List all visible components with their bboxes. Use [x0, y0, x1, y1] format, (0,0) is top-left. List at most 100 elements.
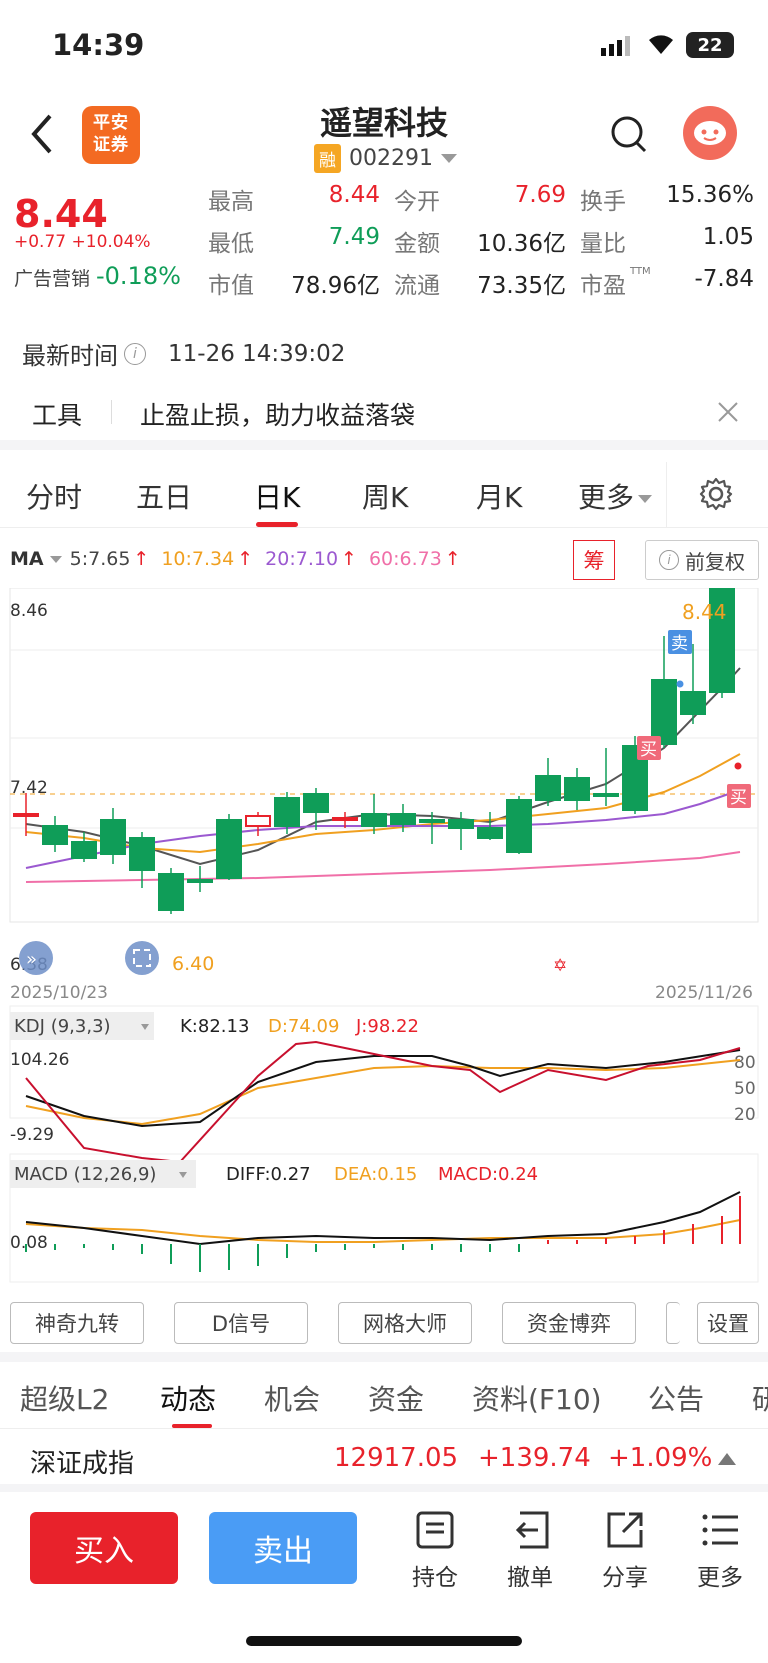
expand-up-icon[interactable]: [718, 1453, 736, 1465]
settings-gear-icon[interactable]: [698, 476, 734, 516]
chip-distribution-button[interactable]: 筹: [573, 540, 615, 580]
stock-code-row[interactable]: 融 002291: [314, 144, 457, 173]
stock-code: 002291: [349, 146, 433, 171]
up-arrow-icon: ↑: [341, 548, 357, 570]
cancel-order-label: 撤单: [507, 1565, 553, 1591]
candle-body: [100, 819, 126, 855]
candle-body: [274, 797, 300, 827]
tab-intraday[interactable]: 分时: [26, 476, 82, 516]
tools-bar[interactable]: 工具 止盈止损，助力收益落袋: [0, 382, 768, 450]
tab-super-l2[interactable]: 超级L2: [20, 1378, 109, 1418]
double-chevron-icon: »: [26, 949, 37, 970]
update-time-value: 11-26 14:39:02: [168, 340, 346, 367]
buy-signal-label: 买: [640, 740, 657, 760]
tab-announcements[interactable]: 公告: [648, 1378, 704, 1418]
candle-body: [535, 775, 561, 801]
candle-body: [216, 819, 242, 879]
holdings-label: 持仓: [412, 1565, 458, 1591]
active-tab-indicator: [256, 522, 298, 527]
tab-daily-k[interactable]: 日K: [254, 476, 300, 516]
assistant-avatar-icon[interactable]: [683, 106, 737, 160]
tab-f10[interactable]: 资料(F10): [472, 1378, 602, 1418]
fullscreen-icon[interactable]: [125, 941, 159, 975]
kdj-level-80: 80: [734, 1053, 756, 1073]
cancel-order-button[interactable]: 撤单: [495, 1510, 565, 1592]
ma-label: MA: [10, 548, 44, 570]
candle-body: [390, 813, 416, 825]
amount-value: 10.36亿: [477, 231, 566, 257]
candle-body: [361, 813, 387, 827]
candle-body: [477, 827, 503, 839]
share-label: 分享: [602, 1565, 648, 1591]
quote-panel: 8.44 +0.77 +10.04% 广告营销 -0.18% 最高 8.44 最…: [0, 180, 768, 310]
battery-level: 22: [697, 34, 723, 56]
sector-label[interactable]: 广告营销: [14, 264, 90, 291]
chip-fund-game[interactable]: 资金博弈: [502, 1302, 636, 1344]
adjust-button[interactable]: i 前复权: [645, 540, 759, 580]
y-top-label: 8.46: [10, 601, 48, 621]
candle-body: [419, 819, 445, 823]
ma-legend[interactable]: MA 5:7.65 ↑ 10:7.34 ↑ 20:7.10 ↑ 60:6.73 ↑: [10, 548, 461, 570]
volume-ratio-value: 1.05: [702, 224, 754, 250]
pe-value: -7.84: [694, 266, 754, 292]
kline-chart[interactable]: 8.46 7.42 6.38 6.40 8.44 卖 买 买 ✡ » 2025/…: [0, 588, 768, 1288]
volume-ratio-label: 量比: [580, 231, 626, 257]
chip-settings[interactable]: 设置: [697, 1302, 759, 1344]
chip-grid-master[interactable]: 网格大师: [338, 1302, 472, 1344]
kdj-d-line: [25, 1059, 741, 1126]
info-tabs: 超级L2 动态 机会 资金 资料(F10) 公告 研: [0, 1368, 768, 1428]
candle-body: [680, 691, 706, 715]
more-button[interactable]: 更多: [685, 1510, 755, 1592]
action-bar: 买入 卖出 持仓 撤单 分享 更多: [0, 1500, 768, 1663]
kdj-label: KDJ (9,3,3): [14, 1016, 111, 1037]
candle-body: [448, 819, 474, 829]
update-time-label: 最新时间: [22, 342, 118, 370]
kdj-d-value: D:74.09: [268, 1016, 339, 1037]
low-label: 最低: [208, 231, 254, 257]
share-button[interactable]: 分享: [590, 1510, 660, 1592]
turnover-label: 换手: [580, 189, 626, 215]
close-icon[interactable]: [716, 400, 740, 428]
candle-body: [245, 815, 271, 827]
tab-monthly-k[interactable]: 月K: [476, 476, 522, 516]
chip-magic-nine[interactable]: 神奇九转: [10, 1302, 144, 1344]
candle-body: [13, 813, 39, 817]
low-value: 7.49: [328, 224, 380, 250]
buy-button[interactable]: 买入: [30, 1512, 178, 1584]
document-icon: [416, 1511, 454, 1549]
last-price: 8.44: [14, 192, 108, 236]
search-icon[interactable]: [609, 112, 649, 160]
tools-divider: [111, 400, 112, 424]
tab-more[interactable]: 更多: [578, 476, 653, 516]
index-ticker[interactable]: 深证成指 12917.05 +139.74 +1.09%: [0, 1428, 768, 1492]
status-time: 14:39: [52, 28, 145, 62]
home-indicator: [246, 1636, 522, 1646]
candle-body: [303, 793, 329, 813]
turnover-value: 15.36%: [666, 182, 754, 208]
sell-button[interactable]: 卖出: [209, 1512, 357, 1584]
wifi-icon: [646, 32, 676, 60]
holdings-button[interactable]: 持仓: [400, 1510, 470, 1592]
tab-news[interactable]: 动态: [160, 1378, 216, 1418]
y-mid-label: 7.42: [10, 778, 48, 798]
ma10-value: 10:7.34: [161, 548, 235, 570]
tab-research[interactable]: 研: [752, 1378, 768, 1418]
info-icon[interactable]: i: [124, 342, 146, 365]
date-end: 2025/11/26: [655, 983, 753, 1003]
tab-opportunity[interactable]: 机会: [264, 1378, 320, 1418]
chip-d-signal[interactable]: D信号: [174, 1302, 308, 1344]
kdj-level-20: 20: [734, 1105, 756, 1125]
high-price-mark: 8.44: [682, 600, 727, 624]
amount-label: 金额: [394, 231, 440, 257]
tab-funds[interactable]: 资金: [368, 1378, 424, 1418]
candle-body: [564, 777, 590, 801]
candle-body: [506, 799, 532, 853]
high-label: 最高: [208, 189, 254, 215]
chip-partial[interactable]: [666, 1302, 680, 1344]
candle-body: [129, 837, 155, 871]
share-icon: [607, 1512, 643, 1548]
menu-icon: [702, 1514, 738, 1546]
section-divider: [0, 1352, 768, 1362]
tab-weekly-k[interactable]: 周K: [362, 476, 408, 516]
tab-five-day[interactable]: 五日: [136, 476, 192, 516]
